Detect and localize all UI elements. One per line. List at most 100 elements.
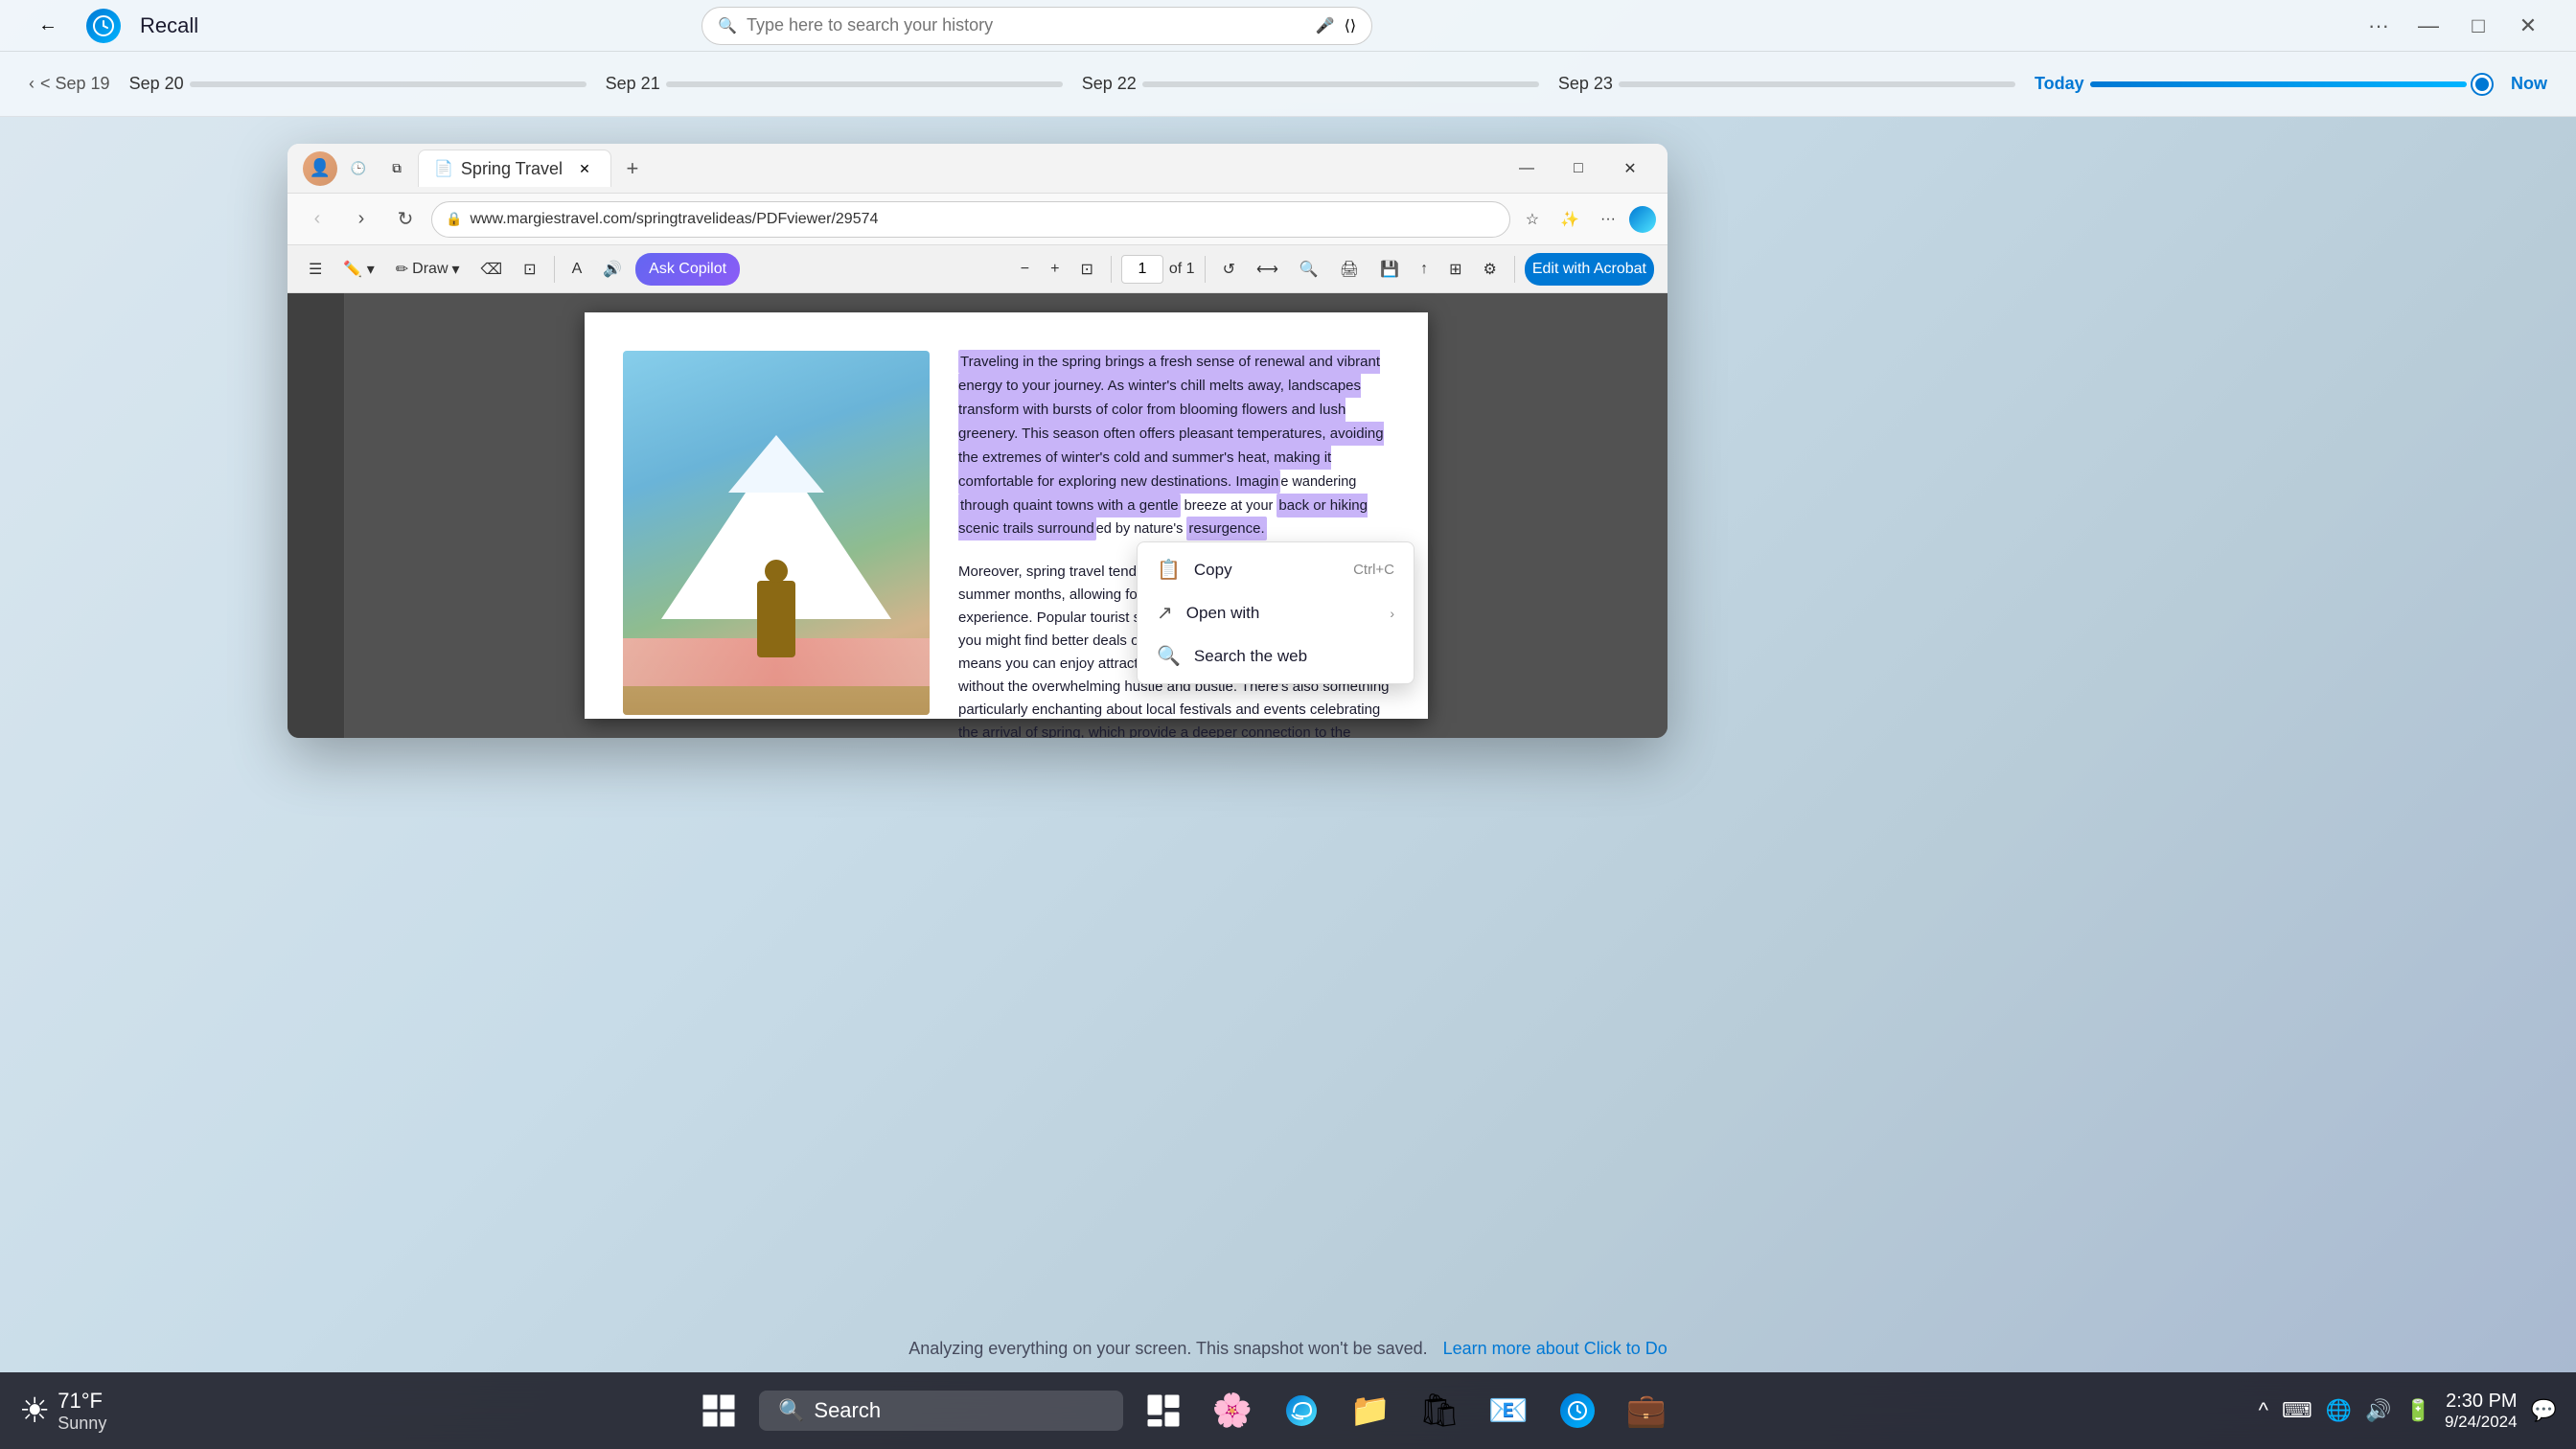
maximize-button[interactable]: □ (2459, 7, 2497, 45)
draw-button[interactable]: ✏ Draw ▾ (388, 253, 468, 286)
context-menu-search-web[interactable]: 🔍 Search the web (1138, 634, 1414, 678)
network-icon[interactable]: 🌐 (2326, 1398, 2352, 1423)
nav-right-icons: ☆ ✨ ··· (1518, 203, 1656, 236)
window-close-button[interactable]: ✕ (1608, 151, 1652, 186)
zoom-out-button[interactable]: − (1013, 253, 1037, 286)
profile-avatar[interactable]: 👤 (303, 151, 337, 186)
taskbar-recall-icon[interactable] (1549, 1382, 1606, 1439)
notification-icon[interactable]: 💬 (2531, 1398, 2557, 1423)
open-with-label: Open with (1186, 604, 1377, 623)
taskbar-files-icon[interactable]: 📁 (1342, 1382, 1399, 1439)
timeline-track-sep22[interactable] (1142, 81, 1539, 87)
context-menu-open-with[interactable]: ↗ Open with › (1138, 591, 1414, 634)
timeline-nav-label: < Sep 19 (40, 74, 110, 94)
clock-widget[interactable]: 2:30 PM 9/24/2024 (2445, 1391, 2518, 1432)
learn-more-link[interactable]: Learn more about Click to Do (1443, 1339, 1668, 1359)
tabs-button[interactable]: ⧉ (380, 151, 414, 186)
more-options-button[interactable]: ··· (2359, 7, 2398, 45)
mic-icon[interactable]: 🎤 (1316, 16, 1335, 35)
submenu-arrow-icon: › (1390, 606, 1394, 621)
minimize-button[interactable]: — (2409, 7, 2448, 45)
fit-width-button[interactable]: ⟷ (1249, 253, 1286, 286)
taskbar-flower-icon[interactable]: 🌸 (1204, 1382, 1261, 1439)
taskbar-teams-icon[interactable]: 💼 (1618, 1382, 1675, 1439)
timeline-nav-back[interactable]: ‹ < Sep 19 (29, 74, 110, 94)
open-with-icon: ↗ (1157, 601, 1173, 625)
taskbar-search-icon: 🔍 (778, 1398, 804, 1423)
pdf-page-area[interactable]: Traveling in the spring brings a fresh s… (345, 293, 1668, 738)
weather-condition: Sunny (58, 1414, 106, 1434)
task-view-button[interactable] (1135, 1382, 1192, 1439)
back-navigation-button[interactable]: ‹ (299, 201, 335, 238)
favorites-button[interactable]: ☆ (1518, 203, 1547, 236)
highlighted-paragraph[interactable]: Traveling in the spring brings a fresh s… (958, 351, 1390, 541)
edit-acrobat-button[interactable]: Edit with Acrobat (1525, 253, 1654, 286)
code-icon[interactable]: ⟨⟩ (1345, 16, 1356, 35)
clock-time: 2:30 PM (2445, 1391, 2518, 1413)
windows-start-button[interactable] (690, 1382, 748, 1439)
eraser-button[interactable]: ⌫ (473, 253, 511, 286)
zoom-in-button[interactable]: + (1043, 253, 1067, 286)
taskbar-search-bar[interactable]: 🔍 Search (759, 1391, 1123, 1431)
copilot-nav-button[interactable]: ✨ (1552, 203, 1587, 236)
weather-widget[interactable]: ☀ 71°F Sunny (19, 1389, 106, 1434)
history-search-bar[interactable]: 🔍 🎤 ⟨⟩ (702, 7, 1372, 45)
fit-page-button[interactable]: ⊡ (1072, 253, 1100, 286)
weather-sun-icon: ☀ (19, 1391, 50, 1431)
settings-pdf-button[interactable]: ⚙ (1475, 253, 1504, 286)
highlight-button[interactable]: ✏️ ▾ (335, 253, 381, 286)
timeline-track-sep21[interactable] (666, 81, 1063, 87)
search-icon: 🔍 (718, 16, 737, 35)
timeline-track-sep23[interactable] (1619, 81, 2015, 87)
more-nav-button[interactable]: ··· (1593, 203, 1623, 236)
close-button[interactable]: ✕ (2509, 7, 2547, 45)
now-label: Now (2511, 74, 2547, 94)
weather-info: 71°F Sunny (58, 1389, 106, 1434)
browser-tab-spring-travel[interactable]: 📄 Spring Travel ✕ (418, 150, 611, 187)
print-button[interactable]: 🖨 (1332, 253, 1367, 286)
search-input[interactable] (747, 15, 1306, 35)
timeline-label-sep23: Sep 23 (1558, 74, 1613, 94)
save-button[interactable]: 💾 (1372, 253, 1407, 286)
volume-icon[interactable]: 🔊 (2365, 1398, 2391, 1423)
keyboard-icon[interactable]: ⌨ (2282, 1398, 2312, 1423)
read-aloud-button[interactable]: 🔊 (595, 253, 630, 286)
text-continuation: e wandering (1280, 474, 1356, 490)
tab-close-button[interactable]: ✕ (574, 158, 595, 179)
tab-favicon-icon: 📄 (434, 159, 453, 178)
page-number-input[interactable] (1121, 255, 1163, 284)
chevron-icon[interactable]: ^ (2259, 1398, 2268, 1423)
url-display: www.margiestravel.com/springtravelideas/… (470, 211, 1495, 228)
tab-label: Spring Travel (461, 159, 563, 179)
address-bar[interactable]: 🔒 www.margiestravel.com/springtravelidea… (431, 201, 1510, 238)
timeline-track-sep20[interactable] (190, 81, 586, 87)
battery-icon[interactable]: 🔋 (2405, 1398, 2431, 1423)
outline-button[interactable]: ☰ (301, 253, 330, 286)
timeline-label-sep21: Sep 21 (606, 74, 660, 94)
context-menu-copy[interactable]: 📋 Copy Ctrl+C (1138, 548, 1414, 591)
window-maximize-button[interactable]: □ (1556, 151, 1600, 186)
taskbar-mail-icon[interactable]: 📧 (1480, 1382, 1537, 1439)
reader-view-button[interactable]: ⊡ (516, 253, 543, 286)
search-pdf-button[interactable]: 🔍 (1292, 253, 1326, 286)
taskbar-store-icon[interactable]: 🛍 (1411, 1382, 1468, 1439)
ask-copilot-button[interactable]: Ask Copilot (635, 253, 740, 286)
refresh-button[interactable]: ↻ (387, 201, 424, 238)
immersive-reader-button[interactable]: ⊞ (1441, 253, 1469, 286)
new-tab-button[interactable]: + (615, 151, 650, 186)
rotate-button[interactable]: ↺ (1215, 253, 1243, 286)
search-web-label: Search the web (1194, 647, 1394, 666)
recall-logo-icon (86, 9, 121, 43)
copy-shortcut: Ctrl+C (1353, 562, 1394, 578)
taskbar-edge-icon[interactable] (1273, 1382, 1330, 1439)
status-bar: Analyzing everything on your screen. Thi… (0, 1324, 2576, 1372)
back-button[interactable]: ← (29, 7, 67, 45)
history-button[interactable]: 🕒 (341, 151, 376, 186)
window-minimize-button[interactable]: — (1505, 151, 1549, 186)
highlighted-text-2: through quaint towns with a gentle (958, 494, 1181, 518)
share-button[interactable]: ↑ (1413, 253, 1436, 286)
toolbar-divider-1 (554, 256, 555, 283)
text-size-button[interactable]: A (564, 253, 590, 286)
timeline-track-today[interactable] (2090, 81, 2467, 87)
forward-navigation-button[interactable]: › (343, 201, 380, 238)
